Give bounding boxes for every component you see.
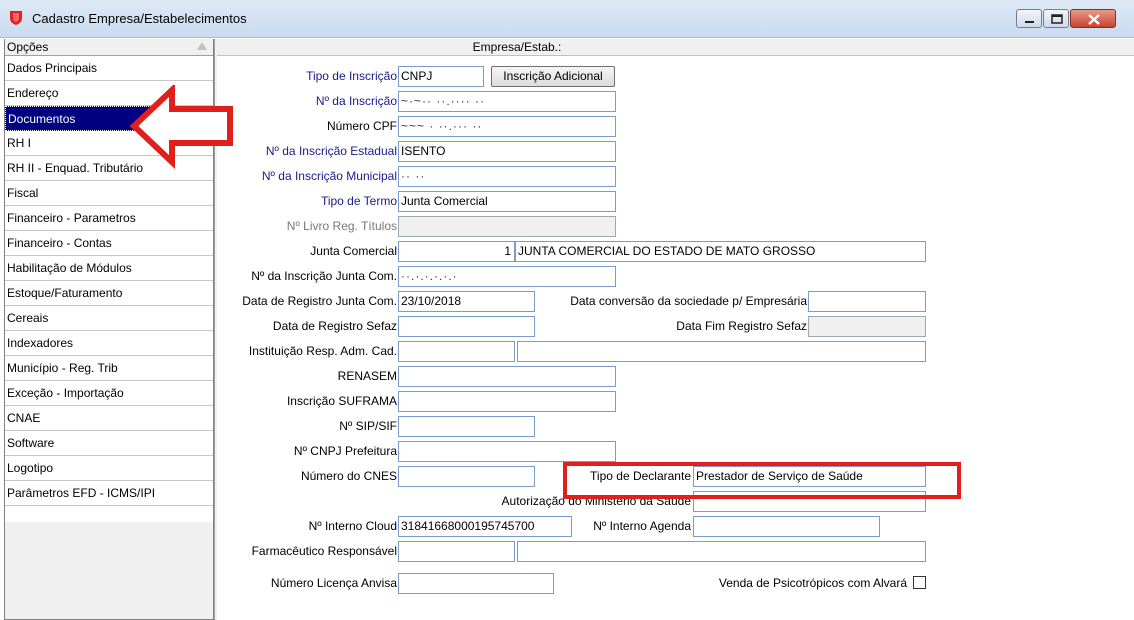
numero-cpf-field[interactable]: ~~~ · ··.··· ·· [398, 116, 616, 137]
close-icon [1088, 14, 1100, 25]
interno-cloud-field[interactable]: 31841668000195745700 [398, 516, 572, 537]
instituicao-resp-code-field[interactable] [398, 341, 515, 362]
minimize-icon [1025, 21, 1034, 23]
form-panel: Empresa/Estab.: Tipo de Inscrição CNPJ I… [217, 39, 1134, 620]
licenca-anvisa-field[interactable] [398, 573, 554, 594]
farmaceutico-name-field[interactable] [517, 541, 926, 562]
tipo-inscricao-label: Tipo de Inscrição [306, 69, 397, 83]
junta-comercial-code-field[interactable]: 1 [398, 241, 515, 262]
content-header: Empresa/Estab.: [217, 39, 1134, 56]
interno-agenda-label: Nº Interno Agenda [593, 519, 691, 533]
data-registro-junta-field[interactable]: 23/10/2018 [398, 291, 535, 312]
close-button[interactable] [1070, 9, 1116, 28]
suframa-label: Inscrição SUFRAMA [286, 394, 397, 408]
tipo-termo-field[interactable]: Junta Comercial [398, 191, 616, 212]
sidebar-item-financeiro-parametros[interactable]: Financeiro - Parametros [5, 206, 213, 231]
farmaceutico-label: Farmacêutico Responsável [251, 544, 397, 558]
window-titlebar: Cadastro Empresa/Estabelecimentos [0, 0, 1134, 38]
data-registro-junta-label: Data de Registro Junta Com. [242, 294, 397, 308]
sidebar-item-software[interactable]: Software [5, 431, 213, 456]
sidebar-item-financeiro-contas[interactable]: Financeiro - Contas [5, 231, 213, 256]
inscricao-estadual-field[interactable]: ISENTO [398, 141, 616, 162]
data-conversao-label: Data conversão da sociedade p/ Empresári… [570, 294, 807, 308]
sidebar-item-habilitacao-modulos[interactable]: Habilitação de Módulos [5, 256, 213, 281]
farmaceutico-code-field[interactable] [398, 541, 515, 562]
data-registro-sefaz-field[interactable] [398, 316, 535, 337]
suframa-field[interactable] [398, 391, 616, 412]
data-conversao-field[interactable] [808, 291, 926, 312]
num-inscricao-field[interactable]: ~·~·· ··.···· ·· [398, 91, 616, 112]
sidebar-item-cereais[interactable]: Cereais [5, 306, 213, 331]
window-title: Cadastro Empresa/Estabelecimentos [32, 11, 247, 26]
cnpj-prefeitura-field[interactable] [398, 441, 616, 462]
sidebar-header-label: Opções [7, 40, 49, 54]
sidebar-empty-area [5, 522, 213, 619]
livro-reg-titulos-field [398, 216, 616, 237]
sidebar-item-parametros-efd[interactable]: Parâmetros EFD - ICMS/IPI [5, 481, 213, 506]
numero-cpf-label: Número CPF [326, 119, 397, 133]
maximize-icon [1051, 14, 1063, 24]
cnpj-prefeitura-label: Nº CNPJ Prefeitura [293, 444, 397, 458]
sidebar-header[interactable]: Opções [5, 39, 213, 56]
data-registro-sefaz-label: Data de Registro Sefaz [272, 319, 397, 333]
minimize-button[interactable] [1016, 9, 1042, 28]
venda-psicotropicos-checkbox[interactable] [913, 576, 926, 589]
empresa-estab-label: Empresa/Estab.: [472, 40, 562, 54]
sidebar-item-cnae[interactable]: CNAE [5, 406, 213, 431]
venda-psicotropicos-label: Venda de Psicotrópicos com Alvará [718, 576, 907, 590]
interno-cloud-label: Nº Interno Cloud [308, 519, 397, 533]
maximize-button[interactable] [1043, 9, 1069, 28]
instituicao-resp-label: Instituição Resp. Adm. Cad. [248, 344, 397, 358]
inscricao-municipal-label: Nº da Inscrição Municipal [261, 169, 397, 183]
sidebar-item-indexadores[interactable]: Indexadores [5, 331, 213, 356]
data-fim-sefaz-label: Data Fim Registro Sefaz [676, 319, 807, 333]
sidebar-item-excecao-importacao[interactable]: Exceção - Importação [5, 381, 213, 406]
renasem-field[interactable] [398, 366, 616, 387]
inscricao-junta-field[interactable]: ··.·.·.·.·.· [398, 266, 616, 287]
instituicao-resp-name-field[interactable] [517, 341, 926, 362]
numero-cnes-label: Número do CNES [300, 469, 397, 483]
data-fim-sefaz-field [808, 316, 926, 337]
inscricao-adicional-button[interactable]: Inscrição Adicional [491, 66, 615, 87]
livro-reg-titulos-label: Nº Livro Reg. Títulos [286, 219, 397, 233]
sidebar-item-dados-principais[interactable]: Dados Principais [5, 56, 213, 81]
numero-cnes-field[interactable] [398, 466, 535, 487]
app-shield-icon [10, 11, 22, 25]
inscricao-estadual-label: Nº da Inscrição Estadual [265, 144, 397, 158]
num-inscricao-label: Nº da Inscrição [315, 94, 397, 108]
sip-sif-field[interactable] [398, 416, 535, 437]
sip-sif-label: Nº SIP/SIF [339, 419, 397, 433]
tipo-inscricao-field[interactable]: CNPJ [398, 66, 484, 87]
red-arrow-annotation [130, 85, 233, 169]
highlight-annotation [563, 462, 961, 499]
interno-agenda-field[interactable] [693, 516, 880, 537]
renasem-label: RENASEM [337, 369, 397, 383]
junta-comercial-label: Junta Comercial [310, 244, 397, 258]
inscricao-municipal-field[interactable]: ·· ·· [398, 166, 616, 187]
licenca-anvisa-label: Número Licença Anvisa [270, 576, 397, 590]
junta-comercial-name-field[interactable]: JUNTA COMERCIAL DO ESTADO DE MATO GROSSO [515, 241, 926, 262]
sidebar-item-municipio-reg-trib[interactable]: Município - Reg. Trib [5, 356, 213, 381]
sidebar-item-fiscal[interactable]: Fiscal [5, 181, 213, 206]
sidebar-item-logotipo[interactable]: Logotipo [5, 456, 213, 481]
inscricao-junta-label: Nº da Inscrição Junta Com. [251, 269, 397, 283]
tipo-termo-label: Tipo de Termo [320, 194, 397, 208]
sort-arrow-icon [197, 42, 207, 50]
sidebar-item-estoque-faturamento[interactable]: Estoque/Faturamento [5, 281, 213, 306]
